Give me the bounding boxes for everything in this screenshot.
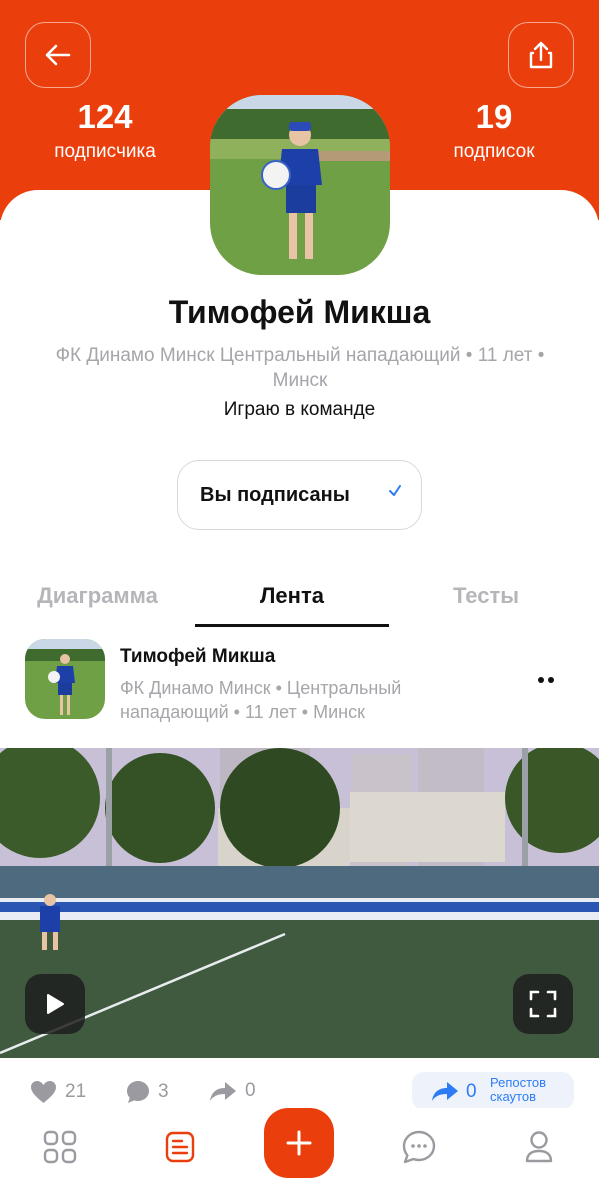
grid-icon bbox=[43, 1130, 77, 1164]
tab-feed[interactable]: Лента bbox=[195, 576, 389, 627]
avatar-photo bbox=[210, 95, 390, 275]
post-video[interactable] bbox=[0, 748, 599, 1058]
play-button[interactable] bbox=[25, 974, 85, 1034]
comment-icon bbox=[127, 1081, 149, 1103]
scout-reposts-badge[interactable]: 0 Репостов скаутов bbox=[412, 1072, 574, 1110]
profile-status: Играю в команде bbox=[223, 399, 376, 420]
profile-tabs: Диаграмма Лента Тесты bbox=[0, 576, 599, 628]
video-frame bbox=[0, 748, 599, 1058]
arrow-left-icon bbox=[45, 44, 71, 66]
back-button[interactable] bbox=[25, 22, 91, 88]
nav-feed[interactable] bbox=[155, 1122, 205, 1172]
profile-avatar[interactable] bbox=[210, 95, 390, 275]
comment-button[interactable]: 3 bbox=[126, 1080, 169, 1104]
heart-icon bbox=[31, 1081, 56, 1103]
post-header: Тимофей Микша ФК Динамо Минск • Централь… bbox=[0, 636, 599, 726]
share-icon bbox=[529, 41, 553, 69]
scout-reposts-count: 0 bbox=[466, 1081, 477, 1102]
following-label: подписок bbox=[453, 141, 535, 162]
add-post-button[interactable] bbox=[264, 1108, 334, 1178]
fullscreen-icon bbox=[529, 990, 557, 1018]
scout-repost-icon bbox=[432, 1082, 458, 1101]
share-button[interactable] bbox=[508, 22, 574, 88]
post-avatar-photo bbox=[25, 639, 105, 719]
followers-stat[interactable]: 124 подписчика bbox=[30, 98, 180, 164]
play-icon bbox=[47, 994, 64, 1014]
tab-diagram[interactable]: Диаграмма bbox=[20, 576, 175, 624]
like-button[interactable]: 21 bbox=[30, 1080, 86, 1104]
tab-tests[interactable]: Тесты bbox=[420, 576, 552, 624]
feed-icon bbox=[165, 1131, 195, 1163]
profile-icon bbox=[525, 1131, 553, 1163]
reposts-count: 0 bbox=[245, 1080, 256, 1101]
comments-count: 3 bbox=[158, 1081, 169, 1102]
profile-meta: ФК Динамо Минск Центральный нападающий •… bbox=[55, 345, 545, 391]
post-author-name[interactable]: Тимофей Микша bbox=[120, 646, 275, 668]
repost-button[interactable]: 0 bbox=[209, 1080, 256, 1102]
following-count: 19 bbox=[475, 98, 513, 135]
plus-icon bbox=[286, 1130, 312, 1156]
following-stat[interactable]: 19 подписок bbox=[419, 98, 569, 164]
more-dots-icon bbox=[538, 677, 554, 683]
profile-name: Тимофей Микша bbox=[168, 294, 431, 330]
more-button[interactable] bbox=[537, 672, 557, 690]
checkmark-icon bbox=[389, 485, 401, 496]
likes-count: 21 bbox=[65, 1081, 87, 1102]
followers-count: 124 bbox=[77, 98, 133, 135]
followers-label: подписчика bbox=[54, 141, 156, 162]
scout-reposts-label: Репостов скаутов bbox=[490, 1075, 547, 1104]
post-author-avatar[interactable] bbox=[25, 639, 105, 719]
fullscreen-button[interactable] bbox=[513, 974, 573, 1034]
subscribed-label: Вы подписаны bbox=[200, 483, 350, 506]
nav-grid[interactable] bbox=[35, 1122, 85, 1172]
chat-icon bbox=[402, 1130, 436, 1164]
repost-arrow-icon bbox=[210, 1082, 236, 1101]
post-author-meta: ФК Динамо Минск • Центральный нападающий… bbox=[120, 678, 402, 722]
subscribed-button[interactable]: Вы подписаны bbox=[177, 460, 422, 530]
nav-profile[interactable] bbox=[514, 1122, 564, 1172]
bottom-navigation bbox=[0, 1108, 599, 1200]
nav-chat[interactable] bbox=[394, 1122, 444, 1172]
